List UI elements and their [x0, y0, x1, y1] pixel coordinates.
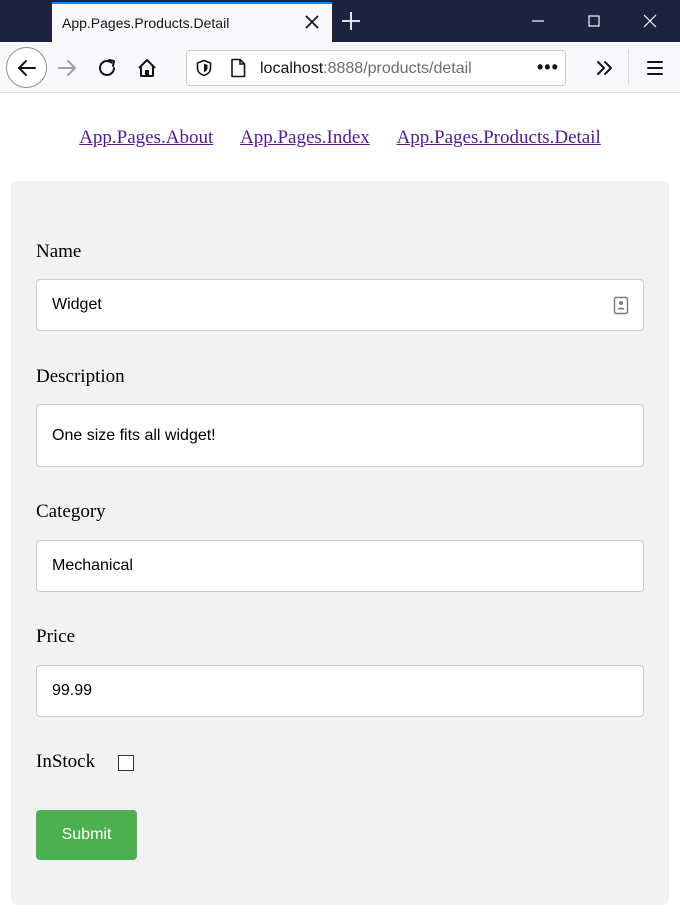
autofill-contact-icon[interactable]	[613, 296, 629, 315]
category-value: Mechanical	[52, 557, 133, 574]
category-label: Category	[36, 501, 106, 522]
instock-label: InStock	[36, 751, 96, 772]
tracking-protection-shield-icon[interactable]	[195, 59, 213, 77]
browser-title-bar: App.Pages.Products.Detail	[0, 0, 680, 42]
close-window-icon[interactable]	[640, 11, 660, 31]
page-content: App.Pages.About App.Pages.Index App.Page…	[0, 93, 680, 916]
reload-icon[interactable]	[96, 57, 118, 79]
product-form: Name Widget Description One size fits al…	[11, 181, 669, 905]
nav-link-about[interactable]: App.Pages.About	[79, 127, 213, 148]
submit-button[interactable]: Submit	[36, 810, 137, 860]
maximize-window-icon[interactable]	[584, 11, 604, 31]
description-value: One size fits all widget!	[52, 427, 216, 444]
back-button[interactable]	[6, 47, 47, 88]
page-nav-links: App.Pages.About App.Pages.Index App.Page…	[0, 127, 680, 149]
toolbar-separator	[628, 50, 629, 84]
browser-tab-active[interactable]: App.Pages.Products.Detail	[52, 2, 332, 42]
nav-link-index[interactable]: App.Pages.Index	[240, 127, 370, 148]
name-input[interactable]: Widget	[36, 279, 644, 331]
price-value: 99.99	[52, 682, 93, 699]
category-input[interactable]: Mechanical	[36, 540, 644, 592]
new-tab-icon[interactable]	[340, 10, 362, 32]
description-textarea[interactable]: One size fits all widget!	[36, 404, 644, 467]
address-bar[interactable]: localhost:8888/products/detail •••	[186, 50, 566, 86]
url-path: :8888/products/detail	[323, 60, 472, 77]
hamburger-menu-icon[interactable]	[645, 58, 665, 78]
url-text[interactable]: localhost:8888/products/detail	[260, 60, 472, 78]
forward-arrow-icon[interactable]	[56, 57, 78, 79]
page-actions-menu-icon[interactable]: •••	[537, 57, 559, 78]
minimize-window-icon[interactable]	[528, 11, 548, 31]
price-label: Price	[36, 626, 76, 647]
overflow-chevron-icon[interactable]	[594, 57, 616, 79]
nav-link-products-detail[interactable]: App.Pages.Products.Detail	[397, 127, 601, 148]
instock-checkbox[interactable]	[118, 755, 134, 771]
home-icon[interactable]	[136, 57, 158, 79]
page-info-icon[interactable]	[229, 58, 247, 78]
price-input[interactable]: 99.99	[36, 665, 644, 717]
browser-toolbar: localhost:8888/products/detail •••	[0, 42, 680, 93]
description-label: Description	[36, 366, 125, 387]
name-label: Name	[36, 241, 82, 262]
close-tab-icon[interactable]	[302, 12, 322, 32]
tab-title: App.Pages.Products.Detail	[62, 15, 230, 31]
url-host: localhost	[260, 60, 324, 77]
back-arrow-icon	[18, 60, 36, 76]
name-value: Widget	[52, 296, 102, 313]
